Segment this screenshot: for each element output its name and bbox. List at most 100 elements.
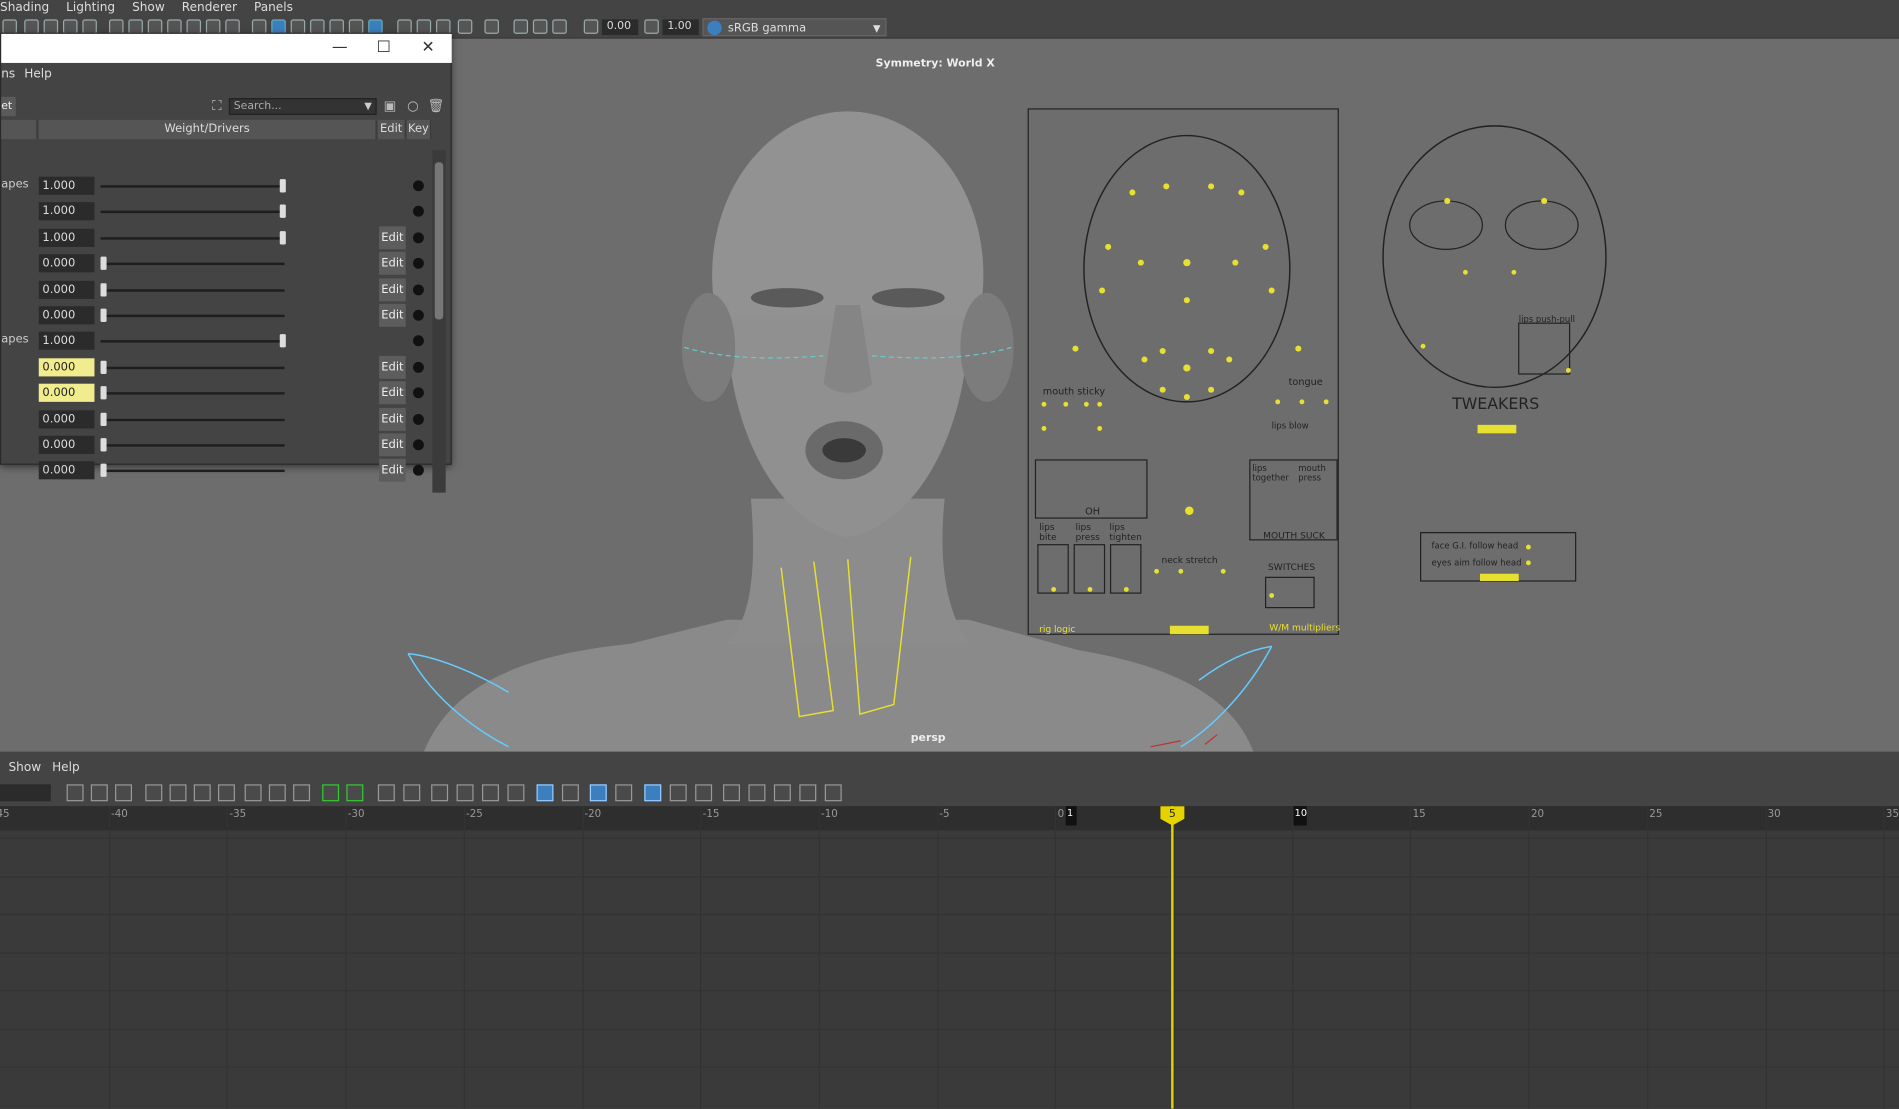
weight-field[interactable]: 0.000	[38, 461, 95, 480]
weight-field[interactable]: 0.000	[38, 280, 95, 299]
auto-load-icon[interactable]	[482, 784, 499, 802]
buffer-curve-icon[interactable]	[322, 784, 340, 802]
weight-slider-handle[interactable]	[279, 205, 286, 219]
free-tangent-weight-icon[interactable]	[431, 784, 449, 802]
key-icon[interactable]	[412, 206, 424, 218]
shape-row[interactable]: 0.000 Edit	[1, 251, 437, 276]
weight-slider-track[interactable]	[100, 366, 285, 369]
weight-slider-track[interactable]	[100, 314, 285, 318]
key-icon[interactable]	[412, 180, 424, 192]
weight-field[interactable]: 0.000	[38, 383, 95, 403]
vertical-scrollbar[interactable]	[432, 150, 446, 493]
weight-slider-handle[interactable]	[100, 282, 107, 297]
shape-row[interactable]: 0.000 Edit	[1, 406, 437, 431]
shape-row[interactable]: 1.000	[1, 199, 437, 224]
weight-slider-handle[interactable]	[100, 464, 107, 478]
load-selected-icon[interactable]	[507, 784, 525, 802]
new-folder-icon[interactable]: ▣	[381, 98, 398, 115]
step-tangent-icon[interactable]	[268, 784, 286, 802]
shape-row[interactable]: 0.000 Edit	[1, 303, 437, 328]
menu-panels[interactable]: Panels	[254, 0, 293, 17]
edit-button[interactable]: Edit	[379, 277, 406, 301]
edit-button[interactable]: Edit	[379, 407, 406, 431]
weight-field[interactable]: 1.000	[38, 332, 95, 351]
filter-icon[interactable]: ⛶	[208, 98, 225, 115]
gamma-field[interactable]: 1.00	[662, 19, 699, 36]
window-titlebar[interactable]: — ☐ ✕	[1, 33, 452, 63]
gamma-icon[interactable]	[644, 19, 659, 34]
weight-slider-track[interactable]	[100, 444, 285, 447]
color-space-select[interactable]: sRGB gamma ▼	[702, 18, 887, 37]
weight-slider-handle[interactable]	[100, 360, 107, 374]
key-icon[interactable]	[412, 387, 424, 399]
dof-icon[interactable]	[457, 19, 473, 34]
menu-show[interactable]: Show	[132, 0, 165, 17]
menu-help[interactable]: Help	[24, 68, 52, 81]
lock-icon[interactable]	[723, 784, 740, 802]
unify-tangents-icon[interactable]	[403, 784, 421, 802]
menu-help[interactable]: Help	[52, 761, 80, 774]
weight-field[interactable]: 1.000	[38, 228, 95, 247]
curve-linear-icon[interactable]	[824, 784, 842, 802]
edit-button[interactable]: Edit	[379, 459, 406, 483]
menu-lighting[interactable]: Lighting	[66, 0, 115, 17]
key-icon[interactable]	[412, 361, 424, 373]
normalize-icon[interactable]	[589, 784, 607, 802]
weight-slider-handle[interactable]	[100, 308, 107, 322]
tab-set[interactable]: et	[1, 96, 16, 117]
shape-row[interactable]: 0.000 Edit	[1, 277, 437, 302]
edit-button[interactable]: Edit	[379, 251, 406, 275]
shape-row[interactable]: 0.000 Edit	[1, 432, 437, 457]
auto-tangent-icon[interactable]	[145, 784, 163, 802]
exposure-icon[interactable]	[583, 19, 599, 34]
key-icon[interactable]	[412, 258, 424, 269]
key-icon[interactable]	[412, 232, 424, 244]
key-icon[interactable]	[412, 439, 424, 451]
curve-offset-icon[interactable]	[773, 784, 791, 802]
weight-field[interactable]: 0.000	[38, 306, 95, 325]
weight-field[interactable]: 1.000	[38, 202, 95, 221]
weight-field[interactable]: 0.000	[38, 254, 95, 273]
key-icon[interactable]	[412, 413, 424, 425]
range-start-marker[interactable]: 1	[1065, 806, 1077, 826]
value-snap-icon[interactable]	[561, 784, 579, 802]
weight-slider-track[interactable]	[100, 236, 285, 240]
weight-field[interactable]: 0.000	[38, 435, 95, 454]
key-icon[interactable]	[412, 335, 424, 347]
edit-button[interactable]: Edit	[379, 433, 406, 457]
weight-slider-handle[interactable]	[100, 256, 107, 271]
weight-slider-track[interactable]	[100, 340, 285, 344]
current-time-indicator[interactable]	[1171, 806, 1174, 1109]
plateau-tangent-icon[interactable]	[293, 784, 311, 802]
backface-icon[interactable]	[552, 19, 567, 34]
trash-icon[interactable]: 🗑	[428, 98, 445, 115]
clamped-tangent-icon[interactable]	[193, 784, 211, 802]
weight-slider-handle[interactable]	[279, 230, 286, 245]
chevron-down-icon[interactable]: ▼	[364, 99, 371, 114]
time-snap-icon[interactable]	[536, 784, 554, 802]
exposure-field[interactable]: 0.00	[601, 19, 639, 36]
weight-slider-track[interactable]	[100, 392, 285, 395]
swap-buffer-icon[interactable]	[346, 784, 364, 802]
xray-active-icon[interactable]	[532, 19, 548, 34]
weight-slider-handle[interactable]	[100, 412, 107, 426]
shape-row[interactable]: 0.000 Edit	[1, 354, 437, 379]
weight-slider-track[interactable]	[100, 418, 285, 421]
minimize-icon[interactable]: —	[332, 39, 348, 57]
weight-slider-handle[interactable]	[100, 438, 107, 452]
shape-row[interactable]: apes 1.000	[1, 328, 437, 353]
shape-row[interactable]: 1.000 Edit	[1, 225, 437, 250]
weight-slider-track[interactable]	[100, 262, 285, 266]
frame-all-icon[interactable]	[66, 784, 84, 802]
post-infinity-icon[interactable]	[695, 784, 713, 802]
weight-slider-track[interactable]	[100, 185, 285, 188]
edit-button[interactable]: Edit	[379, 226, 406, 250]
lock-tangent-weight-icon[interactable]	[456, 784, 474, 802]
close-icon[interactable]: ✕	[421, 39, 434, 57]
weight-slider-track[interactable]	[100, 211, 285, 214]
menu-renderer[interactable]: Renderer	[182, 0, 237, 17]
weight-field[interactable]: 1.000	[38, 176, 95, 195]
frame-playback-icon[interactable]	[115, 784, 133, 802]
refresh-icon[interactable]: ○	[405, 98, 422, 115]
edit-button[interactable]: Edit	[379, 381, 406, 405]
